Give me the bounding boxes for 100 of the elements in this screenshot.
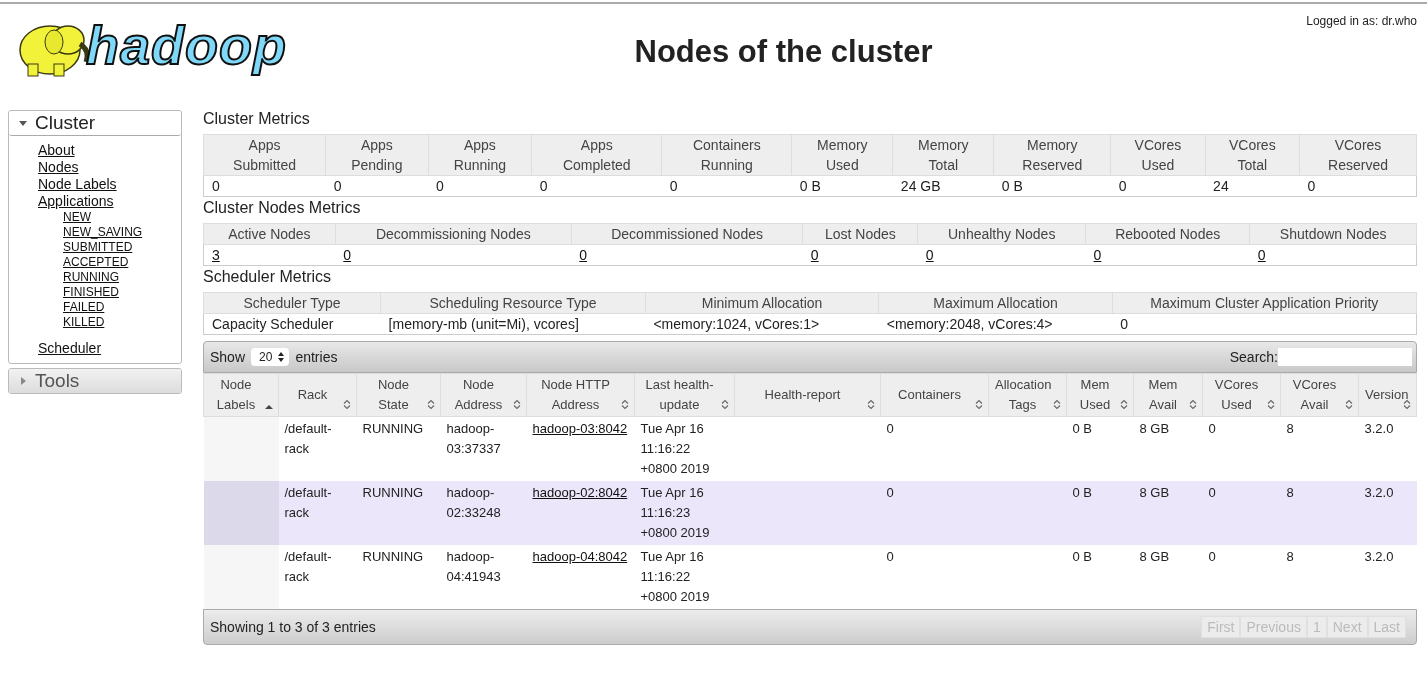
table-cell: 24 GB xyxy=(892,175,994,197)
section-title: Cluster Metrics xyxy=(203,110,311,128)
table-cell: /default-rack xyxy=(278,481,357,545)
column-header: Maximum Allocation xyxy=(878,292,1113,314)
nav-link[interactable]: Scheduler xyxy=(38,340,102,357)
table-cell: /default-rack xyxy=(278,416,357,481)
table-cell: 0 xyxy=(428,175,532,197)
column-header[interactable]: Node Address xyxy=(440,373,527,417)
nav-link[interactable]: NEW_SAVING xyxy=(63,225,143,240)
column-header[interactable]: Containers xyxy=(880,373,989,417)
table-cell: 0 xyxy=(1202,545,1281,609)
metric-link[interactable]: 0 xyxy=(579,247,588,263)
nav-link[interactable]: NEW xyxy=(63,210,91,225)
column-header[interactable]: Node State xyxy=(356,373,441,417)
nav-link[interactable]: SUBMITTED xyxy=(63,240,133,255)
column-header[interactable]: VCores Used xyxy=(1202,373,1281,417)
table-cell: 0 xyxy=(1202,416,1281,481)
node-link[interactable]: hadoop-04:8042 xyxy=(532,547,629,567)
entries-info: Showing 1 to 3 of 3 entries xyxy=(210,619,376,635)
nav-link[interactable]: FINISHED xyxy=(63,285,119,300)
table-cell: 0 xyxy=(1202,481,1281,545)
table-row[interactable]: /default-rack RUNNING hadoop-03:37337 hadoop-03:8042 Tue Apr 16 11:16:22 +0800 2019 0 0 B 8 GB 0 8 3.2.0 xyxy=(203,416,1417,481)
column-header[interactable]: Last health-update xyxy=(634,373,735,417)
table-cell: 0 xyxy=(325,175,429,197)
column-header: Decommissioning Nodes xyxy=(335,223,572,245)
column-header: Lost Nodes xyxy=(802,223,918,245)
column-header[interactable]: Mem Used xyxy=(1066,373,1134,417)
node-link[interactable]: hadoop-03:8042 xyxy=(532,419,629,439)
column-header[interactable]: VCores Avail xyxy=(1280,373,1359,417)
search-field[interactable] xyxy=(1278,348,1412,366)
nav-link[interactable]: RUNNING xyxy=(63,270,119,285)
table-cell: 3.2.0 xyxy=(1358,481,1417,545)
column-header: VCores Used xyxy=(1110,134,1206,176)
nav-link[interactable]: Node Labels xyxy=(38,176,117,193)
table-row[interactable]: /default-rack RUNNING hadoop-02:33248 hadoop-02:8042 Tue Apr 16 11:16:23 +0800 2019 0 0 B 8 GB 0 8 3.2.0 xyxy=(203,481,1417,545)
column-header: Apps Submitted xyxy=(203,134,326,176)
column-header: Apps Pending xyxy=(325,134,429,176)
metric-link[interactable]: 0 xyxy=(925,247,934,263)
table-cell: [memory-mb (unit=Mi), vcores] xyxy=(380,313,646,335)
table-cell: Tue Apr 16 11:16:23 +0800 2019 xyxy=(634,481,735,545)
column-header: Shutdown Nodes xyxy=(1249,223,1417,245)
column-header[interactable]: Mem Avail xyxy=(1133,373,1203,417)
page-size-select[interactable]: 20 xyxy=(251,348,290,366)
column-header: Decommissioned Nodes xyxy=(571,223,803,245)
show-label: Show xyxy=(210,349,246,365)
node-link[interactable]: hadoop-02:8042 xyxy=(532,483,629,503)
table-cell: <memory:2048, vCores:4> xyxy=(878,313,1113,335)
column-header: Apps Completed xyxy=(531,134,662,176)
table-row[interactable]: /default-rack RUNNING hadoop-04:41943 hadoop-04:8042 Tue Apr 16 11:16:22 +0800 2019 0 0 B 8 GB 0 8 3.2.0 xyxy=(203,545,1417,609)
nav-link[interactable]: FAILED xyxy=(63,300,105,315)
search-label: Search: xyxy=(1229,349,1278,365)
table-cell: 8 GB xyxy=(1133,416,1203,481)
table-cell: Capacity Scheduler xyxy=(203,313,381,335)
section-title: Cluster Nodes Metrics xyxy=(203,199,362,217)
table-cell: 0 xyxy=(880,545,989,609)
table-cell: 0 xyxy=(880,481,989,545)
table-cell: RUNNING xyxy=(356,416,441,481)
nav-link[interactable]: Applications xyxy=(38,193,114,210)
metric-link[interactable]: 3 xyxy=(212,247,220,263)
metric-link[interactable]: 0 xyxy=(1093,247,1102,263)
table-cell: 0 B xyxy=(1066,416,1134,481)
table-cell: Tue Apr 16 11:16:22 +0800 2019 xyxy=(634,416,735,481)
column-header[interactable]: Version xyxy=(1358,373,1417,417)
column-header: Scheduler Type xyxy=(203,292,381,314)
table-cell: 0 xyxy=(661,175,792,197)
nav-link[interactable]: ACCEPTED xyxy=(63,255,129,270)
section-header[interactable]: Cluster xyxy=(9,111,181,136)
metric-link[interactable]: 0 xyxy=(1257,247,1266,263)
column-header: VCores Total xyxy=(1205,134,1300,176)
column-header[interactable]: Allocation Tags xyxy=(988,373,1067,417)
table-cell: 8 xyxy=(1280,416,1359,481)
column-header: Memory Total xyxy=(892,134,994,176)
section-header[interactable]: Tools xyxy=(9,369,181,393)
column-header: Unhealthy Nodes xyxy=(917,223,1086,245)
table-cell: 0 xyxy=(880,416,989,481)
section-title: Cluster xyxy=(35,112,96,134)
table-cell: 24 xyxy=(1205,175,1300,197)
nav-link[interactable]: About xyxy=(38,142,75,159)
column-header[interactable]: Node Labels xyxy=(203,373,279,417)
table-cell: 0 B xyxy=(791,175,893,197)
table-cell: 3.2.0 xyxy=(1358,416,1417,481)
table-cell: 0 xyxy=(203,175,326,197)
metric-link[interactable]: 0 xyxy=(343,247,352,263)
table-cell: hadoop-04:41943 xyxy=(440,545,527,609)
nav-link[interactable]: KILLED xyxy=(63,315,105,330)
page-title: Nodes of the cluster xyxy=(633,34,934,70)
section-title: Scheduler Metrics xyxy=(203,268,333,286)
table-cell: hadoop-03:37337 xyxy=(440,416,527,481)
nav-link[interactable]: Nodes xyxy=(38,159,79,176)
column-header[interactable]: Rack xyxy=(278,373,357,417)
column-header: Rebooted Nodes xyxy=(1085,223,1250,245)
column-header[interactable]: Health-report xyxy=(734,373,881,417)
table-cell: <memory:1024, vCores:1> xyxy=(645,313,879,335)
column-header[interactable]: Node HTTP Address xyxy=(526,373,635,417)
table-cell: 8 xyxy=(1280,481,1359,545)
metric-link[interactable]: 0 xyxy=(810,247,819,263)
column-header: VCores Reserved xyxy=(1299,134,1417,176)
caret-down-icon xyxy=(19,119,27,127)
table-cell: 0 B xyxy=(1066,481,1134,545)
table-cell: RUNNING xyxy=(356,481,441,545)
